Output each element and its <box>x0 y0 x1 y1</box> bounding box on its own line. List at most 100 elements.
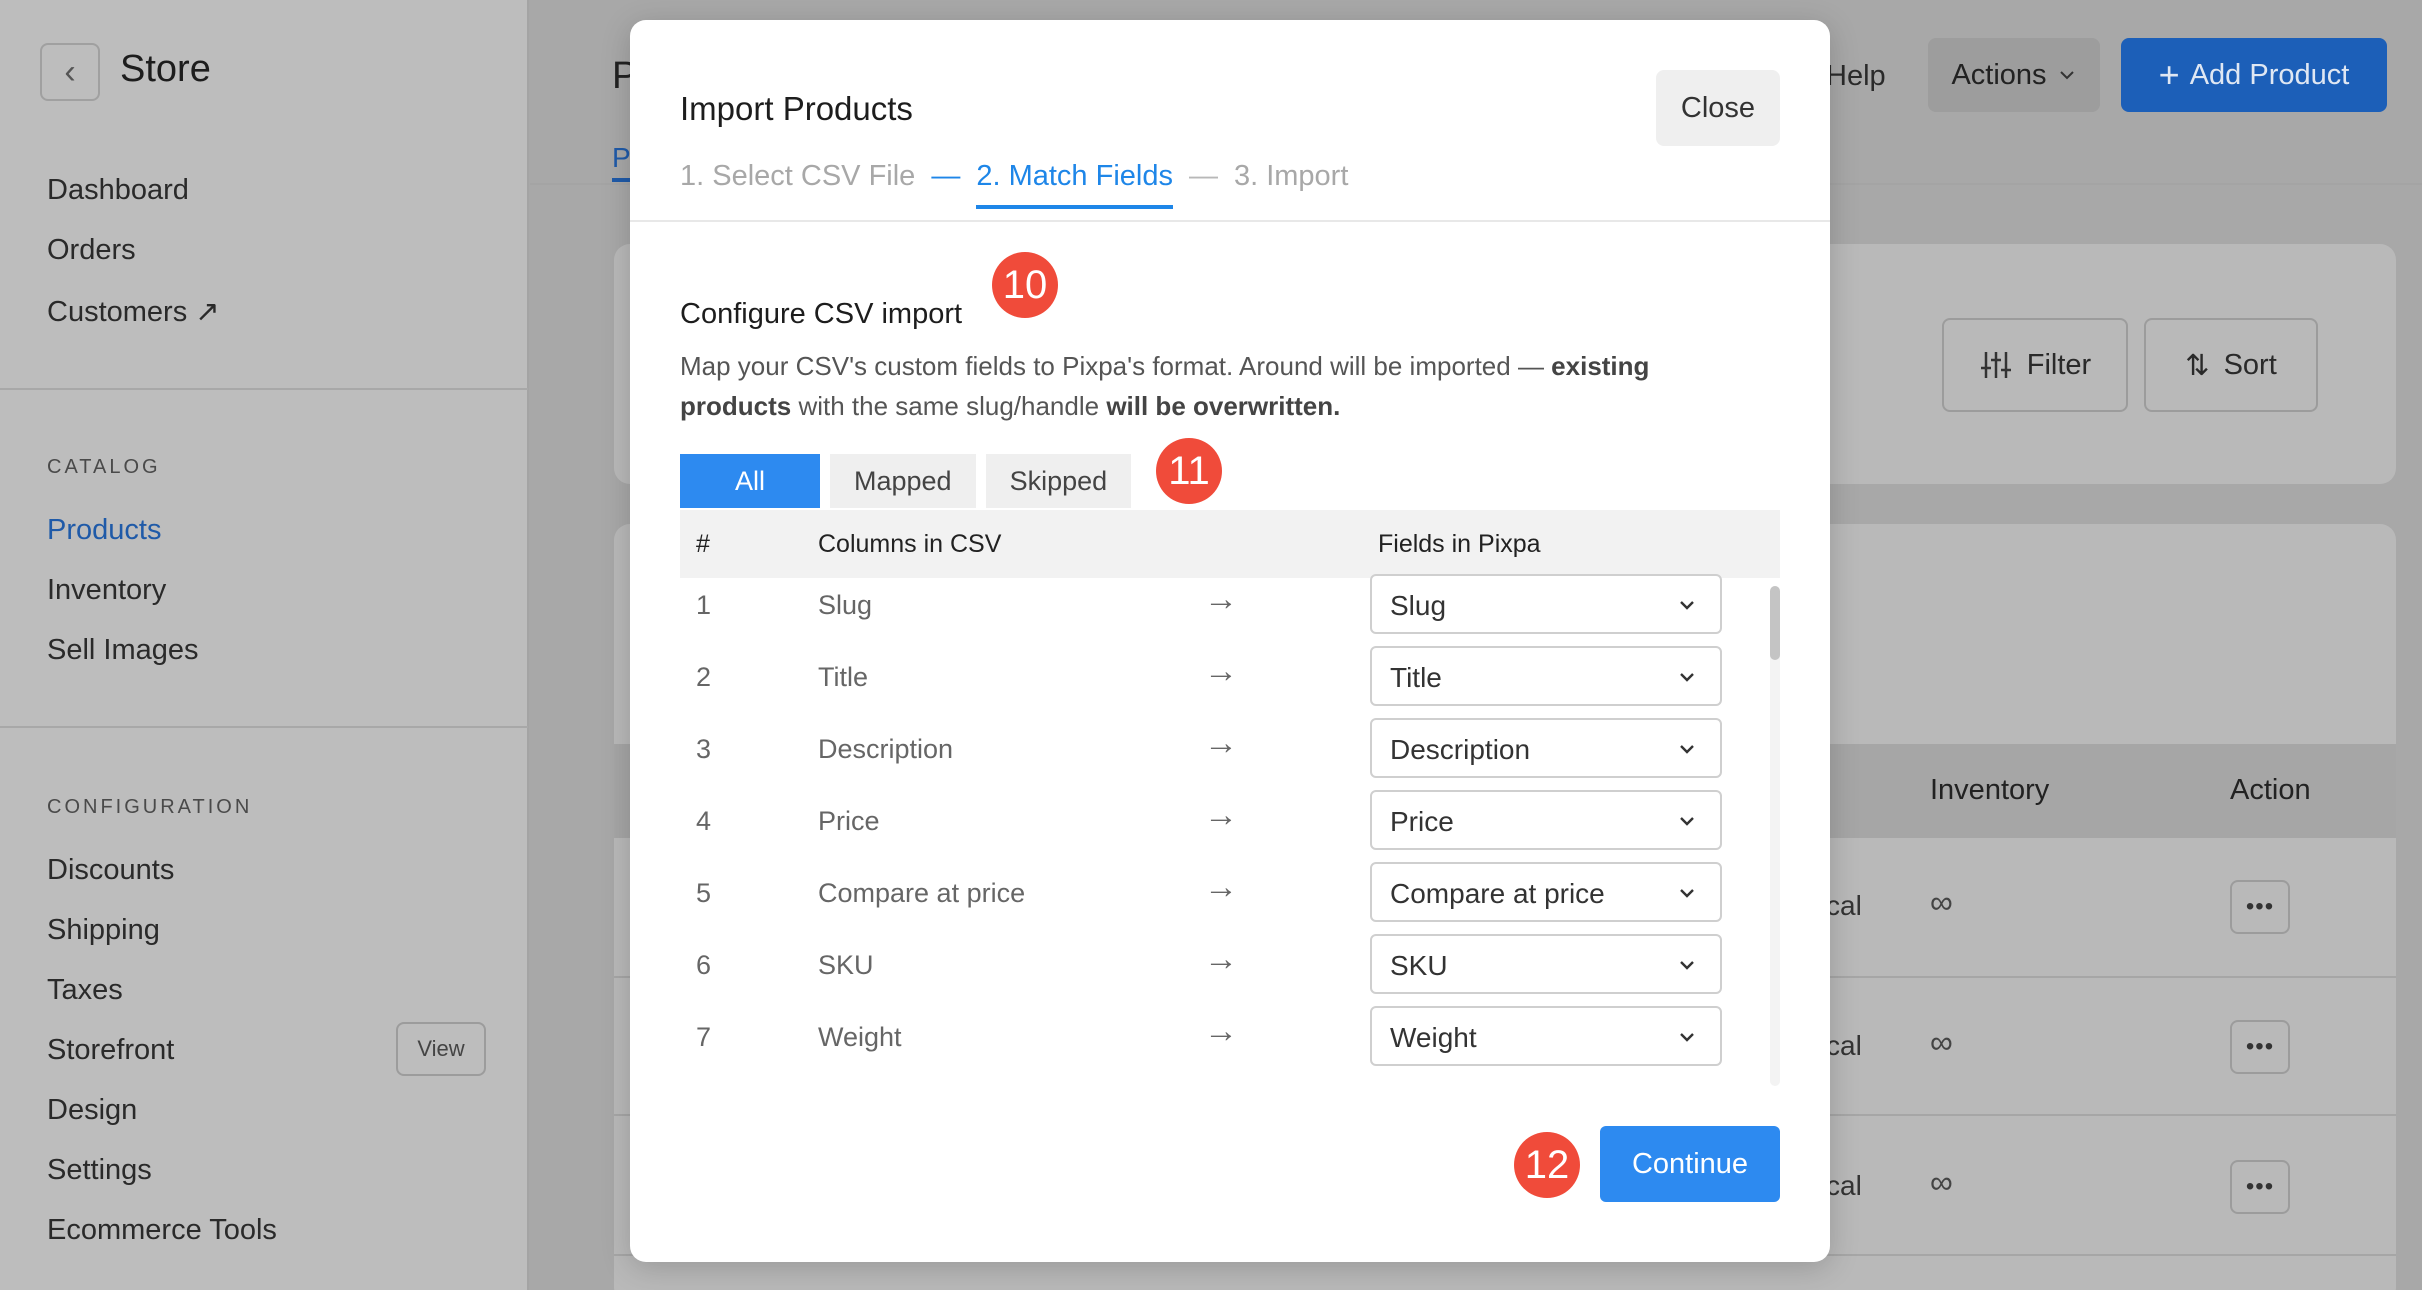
pixpa-field-select[interactable]: Price <box>1370 790 1722 850</box>
csv-column-name: Title <box>818 662 869 692</box>
pixpa-field-select[interactable]: Description <box>1370 718 1722 778</box>
sort-label: Sort <box>2223 348 2277 381</box>
actions-label: Actions <box>1951 58 2047 91</box>
arrow-right-icon: → <box>1204 1012 1238 1050</box>
pixpa-field-select[interactable]: Compare at price <box>1370 862 1722 922</box>
chevron-down-icon <box>1680 1033 1694 1042</box>
row-number: 2 <box>696 662 712 692</box>
close-button[interactable]: Close <box>1656 70 1780 146</box>
chevron-down-icon <box>1680 673 1694 682</box>
csv-column-name: Price <box>818 806 880 836</box>
modal-title: Import Products <box>680 90 913 127</box>
chevron-down-icon <box>1680 889 1694 898</box>
select-value: Slug <box>1390 590 1447 621</box>
sidebar-section-catalog: CATALOG <box>47 456 161 478</box>
sidebar-item-dashboard[interactable]: Dashboard <box>47 174 189 207</box>
arrow-right-icon: → <box>1204 652 1238 690</box>
mapping-row: 5 Compare at price → Compare at price <box>680 862 1740 922</box>
csv-column-name: Slug <box>818 590 873 620</box>
description-bold: will be overwritten. <box>1106 391 1341 421</box>
sidebar-item-taxes[interactable]: Taxes <box>47 974 123 1007</box>
add-product-label: Add Product <box>2189 58 2350 91</box>
sort-button[interactable]: ⇅ Sort <box>2144 318 2318 412</box>
step-match-fields[interactable]: 2. Match Fields <box>976 160 1173 209</box>
row-number: 1 <box>696 590 712 620</box>
arrow-right-icon: → <box>1204 796 1238 834</box>
step-select-csv[interactable]: 1. Select CSV File <box>680 160 915 207</box>
sidebar-item-ecommerce-tools[interactable]: Ecommerce Tools <box>47 1214 277 1247</box>
continue-button[interactable]: Continue <box>1600 1126 1780 1202</box>
arrow-right-icon: → <box>1204 868 1238 906</box>
sidebar-item-products[interactable]: Products <box>47 514 161 547</box>
sidebar-item-customers[interactable]: Customers ↗ <box>47 294 220 329</box>
sidebar-item-storefront[interactable]: Storefront <box>47 1034 174 1067</box>
row-number: 7 <box>696 1022 712 1052</box>
sidebar-item-shipping[interactable]: Shipping <box>47 914 160 947</box>
pixpa-field-select[interactable]: SKU <box>1370 934 1722 994</box>
sidebar-section-configuration: CONFIGURATION <box>47 796 253 818</box>
table-cell-type: cal <box>1826 1170 1862 1201</box>
chevron-down-icon <box>1680 745 1694 754</box>
add-product-button[interactable]: + Add Product <box>2121 38 2387 112</box>
step-separator: — <box>931 160 961 192</box>
sidebar-item-design[interactable]: Design <box>47 1094 137 1127</box>
pixpa-field-select[interactable]: Weight <box>1370 1006 1722 1066</box>
infinity-icon: ∞ <box>1930 1024 1953 1060</box>
sidebar-item-discounts[interactable]: Discounts <box>47 854 174 887</box>
row-number: 3 <box>696 734 712 764</box>
row-number: 6 <box>696 950 712 980</box>
tab-products[interactable]: P <box>612 142 631 182</box>
step-import[interactable]: 3. Import <box>1234 160 1348 207</box>
pixpa-field-select[interactable]: Slug <box>1370 574 1722 634</box>
back-button[interactable]: ‹ <box>40 43 100 101</box>
filter-label: Filter <box>2026 348 2092 381</box>
help-link[interactable]: Help <box>1826 60 1886 93</box>
mapping-table-header: # Columns in CSV Fields in Pixpa <box>680 510 1780 578</box>
mapping-row: 1 Slug → Slug <box>680 574 1740 634</box>
infinity-icon: ∞ <box>1930 1164 1953 1200</box>
tab-skipped[interactable]: Skipped <box>985 454 1132 508</box>
sidebar: ‹ Store Dashboard Orders Customers ↗ CAT… <box>0 0 529 1290</box>
storefront-view-button[interactable]: View <box>396 1022 486 1076</box>
table-cell-type: cal <box>1826 1030 1862 1061</box>
row-more-button[interactable]: ••• <box>2230 1160 2290 1214</box>
scrollbar-track[interactable] <box>1770 586 1780 1086</box>
pixpa-field-select[interactable]: Title <box>1370 646 1722 706</box>
actions-button[interactable]: Actions <box>1928 38 2100 112</box>
filter-button[interactable]: Filter <box>1942 318 2128 412</box>
arrow-right-icon: → <box>1204 724 1238 762</box>
plus-icon: + <box>2158 54 2180 95</box>
annotation-badge: 11 <box>1156 438 1222 504</box>
chevron-down-icon <box>1680 817 1694 826</box>
sidebar-item-sell-images[interactable]: Sell Images <box>47 634 199 667</box>
sidebar-item-inventory[interactable]: Inventory <box>47 574 166 607</box>
select-value: Weight <box>1390 1022 1477 1053</box>
column-header-number: # <box>696 530 710 558</box>
arrow-right-icon: → <box>1204 940 1238 978</box>
row-more-button[interactable]: ••• <box>2230 880 2290 934</box>
select-value: Description <box>1390 734 1531 765</box>
arrow-right-icon: → <box>1204 580 1238 618</box>
annotation-badge: 10 <box>992 252 1058 318</box>
row-more-button[interactable]: ••• <box>2230 1020 2290 1074</box>
column-header-csv: Columns in CSV <box>818 530 1002 558</box>
mapping-row: 6 SKU → SKU <box>680 934 1740 994</box>
sidebar-item-orders[interactable]: Orders <box>47 234 136 267</box>
csv-column-name: SKU <box>818 950 874 980</box>
tab-all[interactable]: All <box>680 454 820 508</box>
chevron-down-icon <box>2059 71 2074 80</box>
scrollbar-thumb[interactable] <box>1770 586 1780 660</box>
row-number: 5 <box>696 878 712 908</box>
import-stepper: 1. Select CSV File — 2. Match Fields — 3… <box>680 160 1348 220</box>
step-separator: — <box>1188 160 1218 192</box>
select-value: SKU <box>1390 950 1448 981</box>
configure-title: Configure CSV import <box>680 298 963 330</box>
csv-column-name: Compare at price <box>818 878 1026 908</box>
chevron-left-icon: ‹ <box>64 52 76 91</box>
tab-mapped[interactable]: Mapped <box>830 454 976 508</box>
sidebar-item-settings[interactable]: Settings <box>47 1154 152 1187</box>
modal-divider <box>630 220 1830 222</box>
select-value: Price <box>1390 806 1454 837</box>
table-cell-type: cal <box>1826 890 1862 921</box>
column-header-pixpa: Fields in Pixpa <box>1378 530 1541 558</box>
